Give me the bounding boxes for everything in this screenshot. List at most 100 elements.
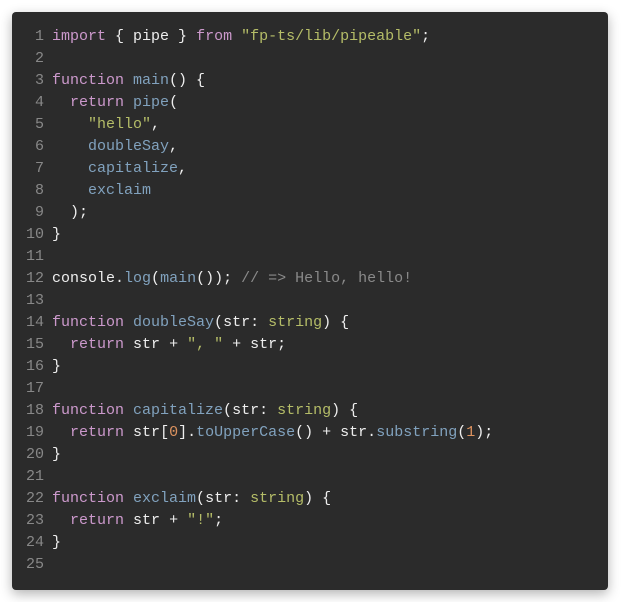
code-content: } — [52, 224, 61, 246]
line-number: 7 — [20, 158, 44, 180]
token-punc — [52, 182, 88, 199]
line-number: 14 — [20, 312, 44, 334]
token-id: str — [250, 336, 277, 353]
token-punc: ; — [214, 512, 223, 529]
line-number: 22 — [20, 488, 44, 510]
token-fn: doubleSay — [133, 314, 214, 331]
token-punc — [124, 336, 133, 353]
line-number: 17 — [20, 378, 44, 400]
code-content: ); — [52, 202, 88, 224]
token-kw: function — [52, 402, 124, 419]
code-line: 24} — [20, 532, 592, 554]
line-number: 11 — [20, 246, 44, 268]
token-kw: return — [70, 94, 124, 111]
token-id: str — [232, 402, 259, 419]
code-content: } — [52, 444, 61, 466]
token-punc: } — [52, 226, 61, 243]
token-obj: console — [52, 270, 115, 287]
code-line: 18 function capitalize(str: string) { — [20, 400, 592, 422]
code-line: 7 capitalize, — [20, 158, 592, 180]
code-content: import { pipe } from "fp-ts/lib/pipeable… — [52, 26, 430, 48]
token-id: str — [133, 336, 160, 353]
token-punc: + — [160, 336, 187, 353]
token-punc: ( — [457, 424, 466, 441]
line-number: 15 — [20, 334, 44, 356]
line-number: 6 — [20, 136, 44, 158]
token-punc: ()); — [196, 270, 241, 287]
token-punc — [52, 512, 70, 529]
token-punc: : — [250, 314, 268, 331]
token-fn: exclaim — [88, 182, 151, 199]
token-punc: ( — [223, 402, 232, 419]
token-id: pipe — [133, 28, 169, 45]
token-kw: return — [70, 512, 124, 529]
token-punc — [124, 402, 133, 419]
code-content: function doubleSay(str: string) { — [52, 312, 349, 334]
token-kw: from — [196, 28, 232, 45]
token-kw: function — [52, 490, 124, 507]
line-number: 12 — [20, 268, 44, 290]
code-line: 5 "hello", — [20, 114, 592, 136]
code-content: return str[0].toUpperCase() + str.substr… — [52, 422, 493, 444]
code-content: console.log(main()); // => Hello, hello! — [52, 268, 412, 290]
token-punc: . — [367, 424, 376, 441]
code-block: 1import { pipe } from "fp-ts/lib/pipeabl… — [12, 12, 608, 590]
token-fn: capitalize — [133, 402, 223, 419]
token-fn: exclaim — [133, 490, 196, 507]
token-fn: main — [133, 72, 169, 89]
token-fn: doubleSay — [88, 138, 169, 155]
code-line: 23 return str + "!"; — [20, 510, 592, 532]
code-line: 9 ); — [20, 202, 592, 224]
line-number: 8 — [20, 180, 44, 202]
token-punc: : — [259, 402, 277, 419]
code-line: 6 doubleSay, — [20, 136, 592, 158]
token-kw: function — [52, 72, 124, 89]
token-kw: return — [70, 336, 124, 353]
line-number: 9 — [20, 202, 44, 224]
code-line: 3 function main() { — [20, 70, 592, 92]
code-content: "hello", — [52, 114, 160, 136]
code-line: 10} — [20, 224, 592, 246]
token-punc — [124, 490, 133, 507]
token-punc: ; — [421, 28, 430, 45]
token-prop: log — [124, 270, 151, 287]
token-fn: pipe — [133, 94, 169, 111]
token-punc: ( — [169, 94, 178, 111]
token-id: str — [133, 512, 160, 529]
code-content: doubleSay, — [52, 136, 178, 158]
token-punc: ( — [196, 490, 205, 507]
token-punc: () { — [169, 72, 205, 89]
code-line: 4 return pipe( — [20, 92, 592, 114]
code-content: } — [52, 356, 61, 378]
code-content: function exclaim(str: string) { — [52, 488, 331, 510]
token-fn: main — [160, 270, 196, 287]
token-str: "fp-ts/lib/pipeable" — [241, 28, 421, 45]
line-number: 3 — [20, 70, 44, 92]
token-punc — [52, 160, 88, 177]
token-punc: ( — [214, 314, 223, 331]
code-content: } — [52, 532, 61, 554]
code-line: 16} — [20, 356, 592, 378]
line-number: 20 — [20, 444, 44, 466]
code-line: 14 function doubleSay(str: string) { — [20, 312, 592, 334]
code-content: function capitalize(str: string) { — [52, 400, 358, 422]
code-content: capitalize, — [52, 158, 187, 180]
token-punc — [124, 94, 133, 111]
code-line: 2 — [20, 48, 592, 70]
token-punc: } — [52, 358, 61, 375]
code-line: 25 — [20, 554, 592, 576]
token-fn: toUpperCase — [196, 424, 295, 441]
token-punc: ) { — [304, 490, 331, 507]
code-line: 19 return str[0].toUpperCase() + str.sub… — [20, 422, 592, 444]
token-punc: ) { — [322, 314, 349, 331]
token-id: str — [223, 314, 250, 331]
line-number: 19 — [20, 422, 44, 444]
token-fn: capitalize — [88, 160, 178, 177]
code-line: 21 — [20, 466, 592, 488]
line-number: 18 — [20, 400, 44, 422]
code-line: 20} — [20, 444, 592, 466]
token-cmt: // => Hello, hello! — [241, 270, 412, 287]
token-punc: , — [169, 138, 178, 155]
token-type: string — [277, 402, 331, 419]
token-punc: ]. — [178, 424, 196, 441]
